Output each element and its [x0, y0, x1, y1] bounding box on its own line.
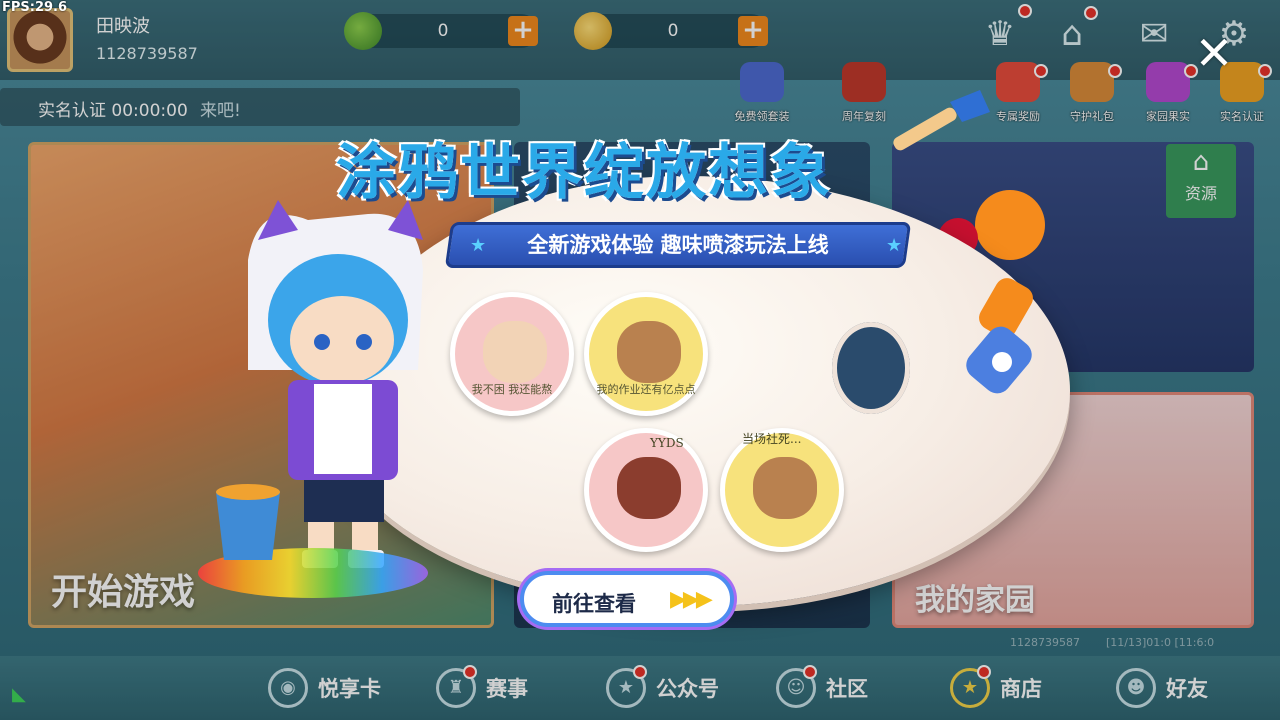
fps-counter: FPS:29.6 — [2, 0, 68, 15]
sticker-yyds — [584, 428, 708, 552]
sticker-homework: 我的作业还有亿点点 — [584, 292, 708, 416]
sticker-face — [483, 321, 547, 383]
sticker-caption: 我不困 我还能熬 — [471, 383, 553, 396]
arrows-icon: ▶▶▶ — [670, 587, 713, 612]
paint-bucket-icon — [216, 484, 280, 560]
sticker-face — [753, 457, 817, 519]
sticker-caption: 我的作业还有亿点点 — [596, 383, 696, 396]
event-popup: 涂鸦世界绽放想象 ★ ★ 全新游戏体验 趣味喷漆玩法上线 我不困 我还能熬 我的… — [0, 0, 1280, 720]
paint-brush-icon — [893, 90, 990, 151]
go-view-button[interactable]: 前往查看 ▶▶▶ — [520, 571, 734, 627]
paint-bottles-icon — [966, 278, 1033, 394]
sticker-face — [617, 321, 681, 383]
close-icon[interactable]: ✕ — [1190, 30, 1238, 78]
palette-thumb-hole — [832, 322, 910, 414]
sticker-yyds-text: YYDS — [650, 436, 684, 450]
sticker-sleepy: 我不困 我还能熬 — [450, 292, 574, 416]
sticker-face — [617, 457, 681, 519]
go-view-label: 前往查看 — [552, 592, 636, 616]
popup-subtitle: 全新游戏体验 趣味喷漆玩法上线 — [527, 233, 829, 257]
sticker-embarrassed-text: 当场社死... — [742, 432, 802, 446]
